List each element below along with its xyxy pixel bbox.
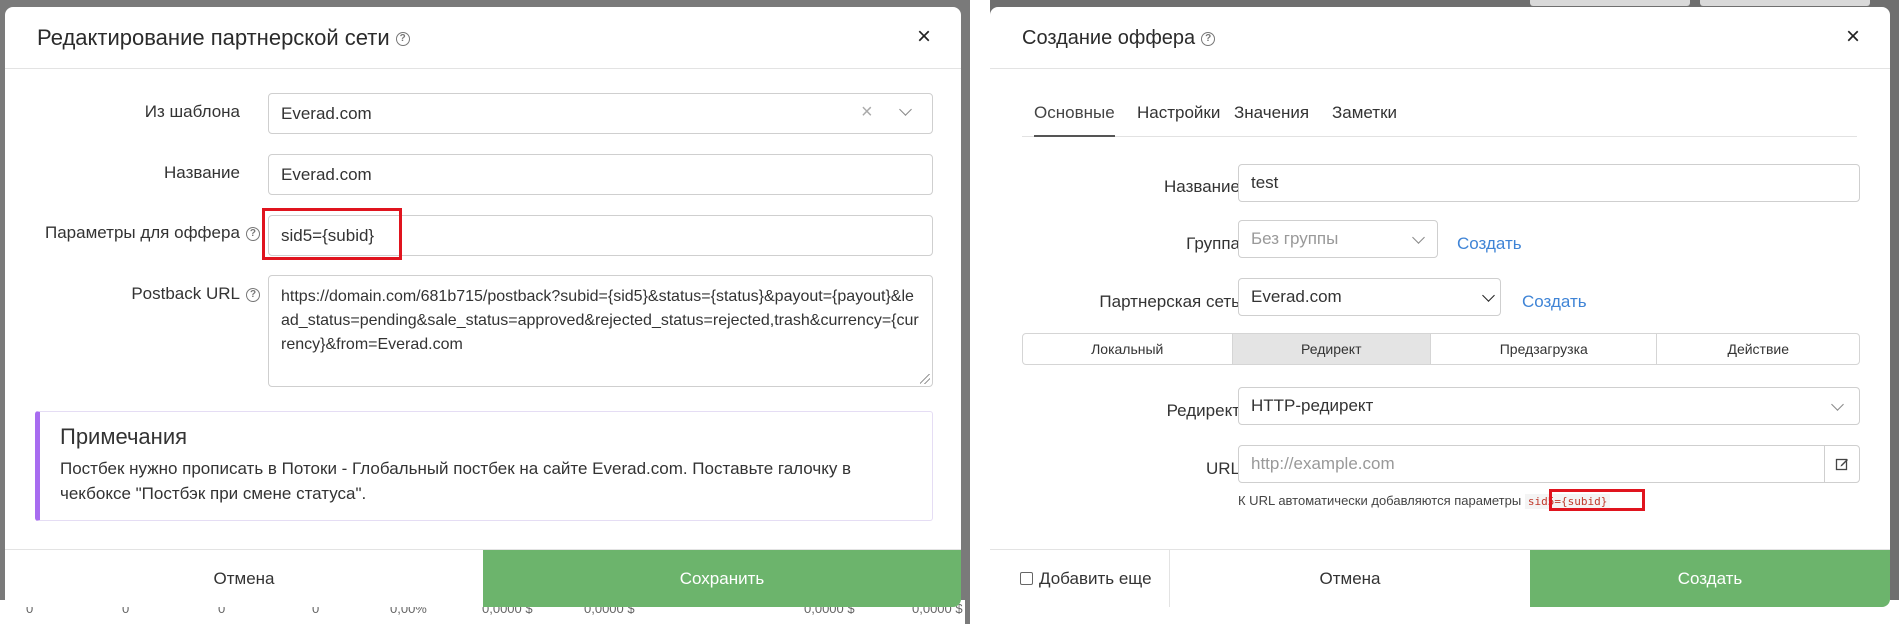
name-label: Название [164, 163, 240, 182]
postback-url-label-text: Postback URL [131, 284, 240, 303]
redirect-select-value: HTTP-редирект [1251, 396, 1374, 415]
edit-url-button[interactable] [1824, 445, 1860, 483]
url-hint-text: К URL автоматически добавляются параметр… [1238, 493, 1522, 508]
tab-main[interactable]: Основные [1034, 103, 1115, 137]
partner-network-select[interactable]: Everad.com [1238, 278, 1501, 316]
help-icon[interactable]: ? [395, 32, 410, 47]
name-input[interactable]: test [1238, 164, 1860, 202]
edit-partner-network-modal: Редактирование партнерской сети? × Из ша… [5, 7, 961, 607]
group-label: Группа [1186, 234, 1240, 253]
modal-title-text: Создание оффера [1022, 27, 1196, 49]
close-icon[interactable]: × [917, 23, 931, 51]
modal-title: Создание оффера? [1022, 27, 1216, 50]
highlight-box [262, 208, 402, 260]
resize-handle-icon[interactable] [920, 374, 930, 384]
group-select-value: Без группы [1251, 229, 1339, 248]
url-input-placeholder: http://example.com [1251, 454, 1395, 473]
create-button[interactable]: Создать [1530, 550, 1890, 607]
modal-title-text: Редактирование партнерской сети [37, 25, 390, 50]
background-top-element [1530, 0, 1690, 6]
modal-header: Редактирование партнерской сети? × [5, 7, 961, 69]
modal-footer: Добавить еще Отмена Создать [990, 549, 1890, 607]
cancel-button[interactable]: Отмена [1170, 550, 1530, 607]
highlight-box [1549, 489, 1645, 511]
notes-callout: Примечания Постбек нужно прописать в Пот… [35, 411, 933, 521]
redirect-label: Редирект [1166, 401, 1240, 420]
save-button[interactable]: Сохранить [483, 550, 961, 607]
modal-footer: Отмена Сохранить [5, 549, 961, 607]
screenshot-divider [970, 0, 990, 624]
cancel-button[interactable]: Отмена [5, 550, 483, 607]
template-label: Из шаблона [144, 102, 240, 121]
name-input-value: test [1251, 173, 1279, 192]
postback-url-textarea[interactable]: https://domain.com/681b715/postback?subi… [268, 275, 933, 387]
url-label: URL [1205, 459, 1240, 478]
clear-icon[interactable]: × [861, 101, 873, 124]
background-top-element [1700, 0, 1870, 6]
group-select[interactable]: Без группы [1238, 220, 1438, 258]
redirect-type-segmented: Локальный Редирект Предзагрузка Действие [1022, 333, 1860, 365]
notes-text: Постбек нужно прописать в Потоки - Глоба… [60, 459, 852, 503]
segment-action[interactable]: Действие [1657, 334, 1859, 364]
tab-values[interactable]: Значения [1234, 103, 1309, 123]
url-input[interactable]: http://example.com [1238, 445, 1825, 483]
name-label: Название [1164, 177, 1240, 196]
segment-preload[interactable]: Предзагрузка [1431, 334, 1658, 364]
help-icon[interactable]: ? [1201, 31, 1216, 46]
create-offer-modal: Создание оффера? × Основные Настройки Зн… [990, 7, 1890, 607]
segment-local[interactable]: Локальный [1023, 334, 1233, 364]
template-select[interactable]: Everad.com [268, 93, 933, 134]
name-input[interactable]: Everad.com [268, 154, 933, 195]
template-select-value: Everad.com [281, 103, 372, 123]
modal-title: Редактирование партнерской сети? [37, 25, 410, 51]
offer-params-label-text: Параметры для оффера [45, 223, 240, 242]
name-input-value: Everad.com [281, 164, 372, 184]
postback-url-value: https://domain.com/681b715/postback?subi… [281, 288, 919, 353]
postback-url-label: Postback URL? [45, 284, 260, 304]
segment-redirect[interactable]: Редирект [1232, 334, 1432, 364]
partner-network-label: Партнерская сеть [1099, 292, 1240, 311]
tab-settings[interactable]: Настройки [1137, 103, 1220, 123]
add-more-checkbox[interactable] [1020, 572, 1033, 585]
help-icon[interactable]: ? [245, 226, 260, 241]
tab-notes[interactable]: Заметки [1332, 103, 1397, 123]
redirect-select[interactable]: HTTP-редирект [1238, 387, 1860, 425]
offer-tabs: Основные Настройки Значения Заметки [1022, 95, 1857, 137]
partner-network-value: Everad.com [1251, 287, 1342, 306]
close-icon[interactable]: × [1846, 23, 1860, 51]
offer-params-label: Параметры для оффера? [45, 223, 260, 243]
edit-icon [1835, 458, 1848, 471]
help-icon[interactable]: ? [246, 287, 260, 302]
notes-title: Примечания [60, 424, 188, 449]
create-group-link[interactable]: Создать [1457, 234, 1522, 254]
modal-header: Создание оффера? × [990, 7, 1890, 69]
add-more-checkbox-wrap[interactable]: Добавить еще [990, 550, 1170, 607]
create-network-link[interactable]: Создать [1522, 292, 1587, 312]
add-more-label: Добавить еще [1039, 568, 1152, 588]
